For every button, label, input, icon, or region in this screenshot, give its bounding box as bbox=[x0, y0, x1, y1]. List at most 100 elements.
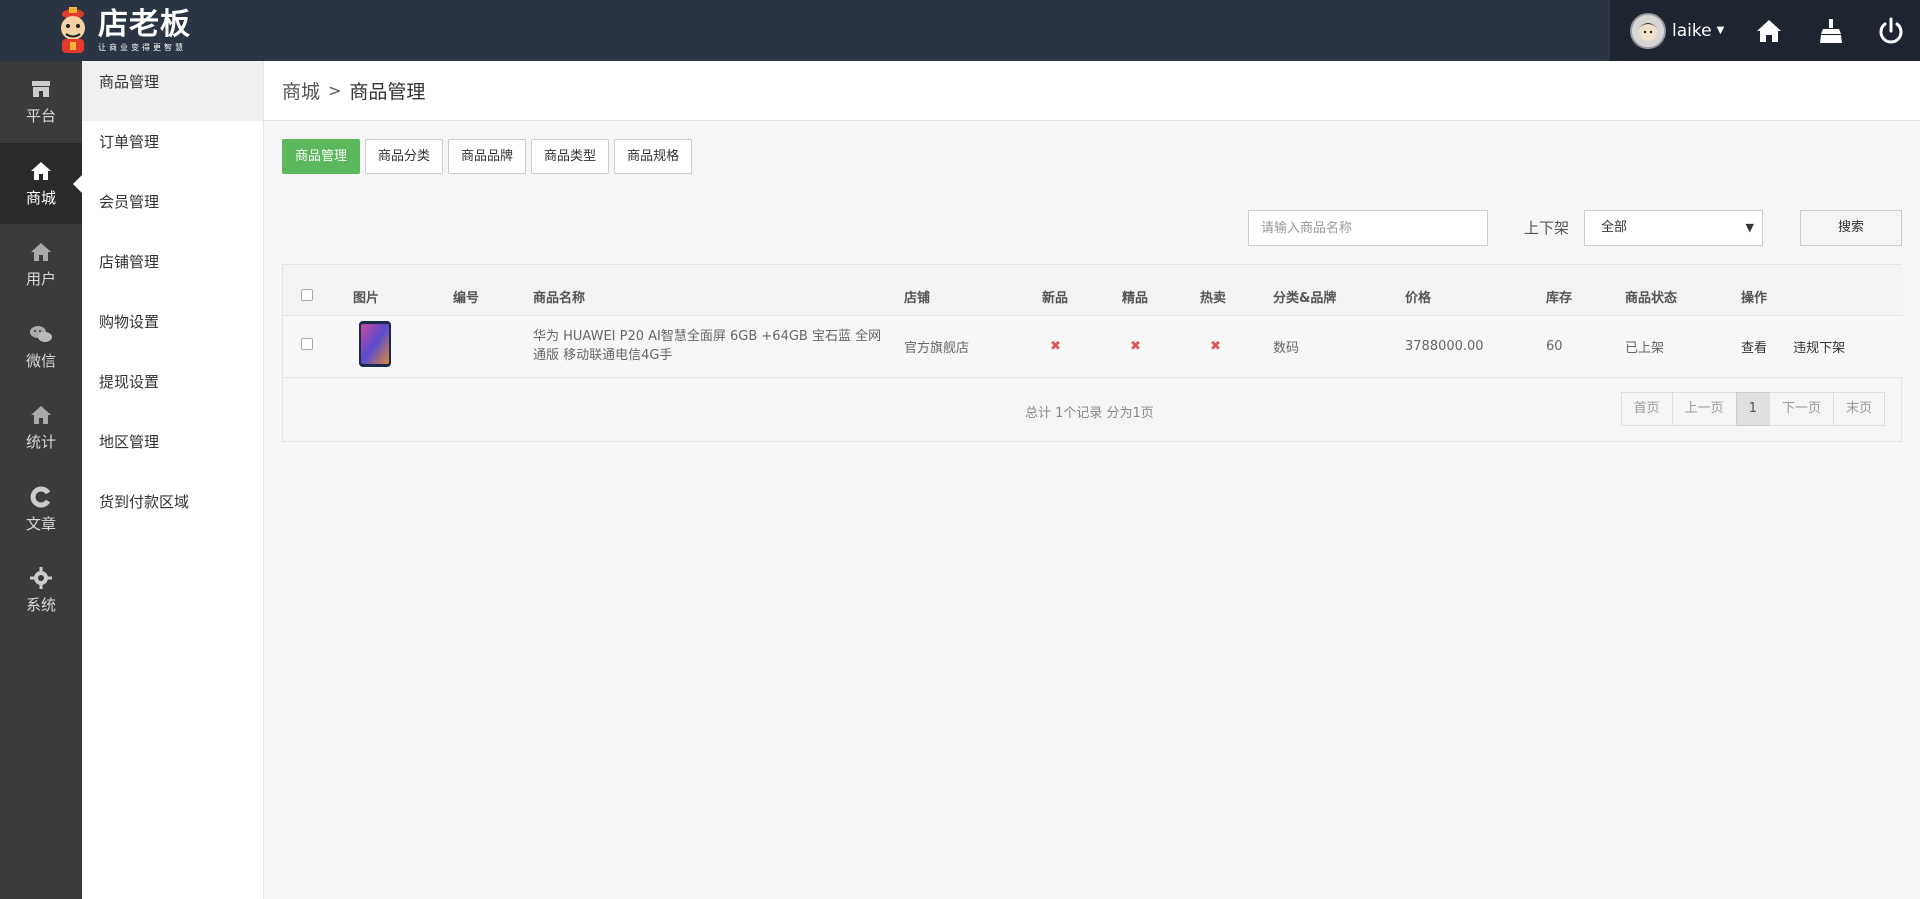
tab-goods-brand[interactable]: 商品品牌 bbox=[448, 139, 527, 174]
view-link[interactable]: 查看 bbox=[1741, 341, 1767, 356]
row-checkbox[interactable] bbox=[301, 338, 313, 350]
new-flag-cross-icon[interactable]: ✖ bbox=[1050, 339, 1061, 354]
top-bar: 店老板 让商业变得更智慧 laike ▼ bbox=[0, 0, 1920, 61]
power-icon[interactable] bbox=[1876, 16, 1906, 46]
logo[interactable]: 店老板 让商业变得更智慧 bbox=[52, 6, 191, 56]
submenu-item-regions[interactable]: 地区管理 bbox=[82, 421, 263, 481]
main-content: 商城 > 商品管理 商品管理 商品分类 商品品牌 商品类型 商品规格 上下架 全… bbox=[264, 61, 1920, 899]
caret-down-icon: ▼ bbox=[1716, 25, 1725, 36]
page-last-button[interactable]: 末页 bbox=[1832, 392, 1885, 426]
main-nav-rail: 平台 商城 用户 微信 统计 文章 系统 bbox=[0, 61, 82, 899]
rail-item-articles[interactable]: 文章 bbox=[0, 469, 82, 551]
breadcrumb-current: 商品管理 bbox=[349, 81, 426, 103]
goods-name-search-input[interactable] bbox=[1248, 210, 1488, 246]
product-stock: 60 bbox=[1529, 315, 1608, 378]
user-home-icon bbox=[31, 243, 51, 262]
article-icon bbox=[30, 486, 51, 508]
hot-flag-cross-icon[interactable]: ✖ bbox=[1210, 339, 1221, 354]
home-icon bbox=[31, 161, 51, 180]
tab-goods-management[interactable]: 商品管理 bbox=[282, 139, 361, 174]
product-name-cell: 华为 HUAWEI P20 AI智慧全面屏 6GB +64GB 宝石蓝 全网通版… bbox=[516, 315, 887, 378]
col-status: 商品状态 bbox=[1608, 265, 1724, 316]
product-fine-cell: ✖ bbox=[1096, 315, 1176, 378]
chevron-down-icon: ▼ bbox=[1745, 221, 1754, 234]
select-all-checkbox[interactable] bbox=[301, 288, 313, 301]
page-next-button[interactable]: 下一页 bbox=[1768, 392, 1834, 426]
rail-item-label: 商城 bbox=[25, 188, 56, 207]
submenu-item-shopping-settings[interactable]: 购物设置 bbox=[82, 301, 263, 361]
rail-item-label: 统计 bbox=[25, 433, 56, 452]
col-new: 新品 bbox=[1016, 265, 1096, 316]
tab-goods-type[interactable]: 商品类型 bbox=[531, 139, 610, 174]
product-new-cell: ✖ bbox=[1016, 315, 1096, 378]
rail-item-label: 用户 bbox=[25, 270, 56, 289]
shelf-status-label: 上下架 bbox=[1524, 219, 1570, 237]
table-footer: 总计 1个记录 分为1页 首页 上一页 1 下一页 末页 bbox=[283, 380, 1903, 440]
row-select-cell bbox=[283, 315, 335, 378]
sub-menu: 商品管理 订单管理 会员管理 店铺管理 购物设置 提现设置 地区管理 货到付款区… bbox=[82, 61, 264, 899]
submenu-item-goods[interactable]: 商品管理 bbox=[82, 61, 263, 121]
col-stock: 库存 bbox=[1529, 265, 1608, 316]
product-name: 华为 HUAWEI P20 AI智慧全面屏 6GB +64GB 宝石蓝 全网通版… bbox=[533, 329, 882, 363]
logo-title: 店老板 bbox=[98, 7, 191, 42]
home-icon[interactable] bbox=[1754, 16, 1784, 46]
tab-goods-category[interactable]: 商品分类 bbox=[365, 139, 444, 174]
breadcrumb-separator: > bbox=[328, 81, 342, 100]
goods-table: 图片 编号 商品名称 店铺 新品 精品 热卖 分类&品牌 价格 库存 商品状态 … bbox=[282, 264, 1903, 442]
submenu-item-withdraw-settings[interactable]: 提现设置 bbox=[82, 361, 263, 421]
product-thumbnail[interactable] bbox=[357, 321, 393, 367]
violation-offshelf-link[interactable]: 违规下架 bbox=[1793, 341, 1845, 356]
pagination: 首页 上一页 1 下一页 末页 bbox=[1620, 392, 1885, 426]
rail-item-label: 系统 bbox=[25, 596, 56, 615]
col-hot: 热卖 bbox=[1176, 265, 1256, 316]
page-current-button[interactable]: 1 bbox=[1735, 392, 1770, 426]
submenu-item-shops[interactable]: 店铺管理 bbox=[82, 241, 263, 301]
shelf-status-select[interactable]: 全部 ▼ bbox=[1584, 210, 1763, 246]
breadcrumb: 商城 > 商品管理 bbox=[264, 61, 1920, 121]
gear-icon bbox=[30, 567, 52, 590]
page-prev-button[interactable]: 上一页 bbox=[1671, 392, 1737, 426]
submenu-item-cod-regions[interactable]: 货到付款区域 bbox=[82, 481, 263, 541]
pagination-total: 总计 1个记录 分为1页 bbox=[1025, 406, 1154, 421]
rail-item-label: 文章 bbox=[25, 514, 56, 533]
product-status: 已上架 bbox=[1608, 315, 1724, 378]
rail-item-stats[interactable]: 统计 bbox=[0, 387, 82, 469]
col-id: 编号 bbox=[437, 265, 516, 316]
shelf-status-value: 全部 bbox=[1601, 220, 1628, 235]
rail-item-wechat[interactable]: 微信 bbox=[0, 306, 82, 388]
search-button[interactable]: 搜索 bbox=[1800, 210, 1902, 246]
product-id bbox=[437, 315, 516, 378]
product-price: 3788000.00 bbox=[1388, 315, 1529, 378]
col-category: 分类&品牌 bbox=[1256, 265, 1388, 316]
product-shop: 官方旗舰店 bbox=[887, 315, 1016, 378]
rail-item-label: 微信 bbox=[25, 351, 56, 370]
submenu-item-orders[interactable]: 订单管理 bbox=[82, 121, 263, 181]
logo-subtitle: 让商业变得更智慧 bbox=[98, 43, 186, 52]
stats-icon bbox=[31, 406, 51, 425]
table-header-row: 图片 编号 商品名称 店铺 新品 精品 热卖 分类&品牌 价格 库存 商品状态 … bbox=[283, 265, 1903, 316]
product-hot-cell: ✖ bbox=[1176, 315, 1256, 378]
top-right-area: laike ▼ bbox=[1610, 0, 1920, 61]
page-first-button[interactable]: 首页 bbox=[1620, 392, 1673, 426]
select-all-cell bbox=[283, 265, 335, 316]
col-image: 图片 bbox=[335, 265, 437, 316]
breadcrumb-root[interactable]: 商城 bbox=[282, 77, 320, 104]
rail-item-platform[interactable]: 平台 bbox=[0, 61, 82, 143]
clean-icon[interactable] bbox=[1816, 16, 1846, 46]
col-actions: 操作 bbox=[1724, 265, 1903, 316]
goods-tabs: 商品管理 商品分类 商品品牌 商品类型 商品规格 bbox=[282, 139, 697, 174]
table-row: 华为 HUAWEI P20 AI智慧全面屏 6GB +64GB 宝石蓝 全网通版… bbox=[283, 315, 1903, 378]
username: laike bbox=[1672, 20, 1712, 41]
product-actions-cell: 查看 违规下架 bbox=[1724, 315, 1903, 378]
avatar bbox=[1630, 12, 1666, 49]
wechat-icon bbox=[30, 325, 52, 342]
submenu-item-members[interactable]: 会员管理 bbox=[82, 181, 263, 241]
user-menu[interactable]: laike ▼ bbox=[1630, 12, 1725, 49]
rail-item-mall[interactable]: 商城 bbox=[0, 142, 82, 224]
tab-goods-spec[interactable]: 商品规格 bbox=[614, 139, 693, 174]
rail-item-system[interactable]: 系统 bbox=[0, 550, 82, 632]
product-category: 数码 bbox=[1256, 315, 1388, 378]
product-image-cell bbox=[335, 315, 437, 378]
rail-item-users[interactable]: 用户 bbox=[0, 224, 82, 306]
fine-flag-cross-icon[interactable]: ✖ bbox=[1130, 339, 1141, 354]
